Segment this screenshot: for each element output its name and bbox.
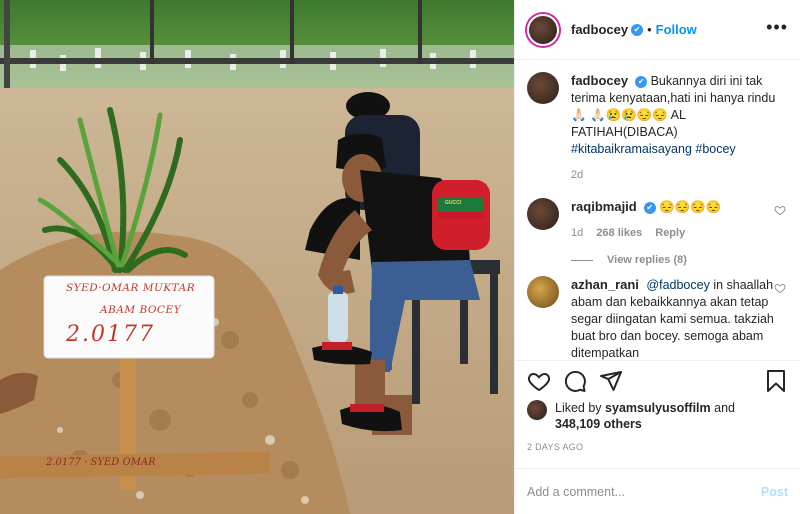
post-photo[interactable]: SYED·OMAR MUKTAR ABAM BOCEY 2.0177 2.017… — [0, 0, 514, 514]
comment-likes[interactable]: 268 likes — [596, 227, 642, 239]
comment-verified-icon: ✔ — [643, 202, 656, 214]
grave-sign-line-2: ABAM BOCEY — [100, 304, 182, 316]
comment-mention[interactable]: @fadbocey — [646, 278, 709, 292]
caption-username[interactable]: fadbocey — [571, 73, 628, 88]
separator-dot: • — [647, 22, 652, 37]
instagram-post: SYED·OMAR MUKTAR ABAM BOCEY 2.0177 2.017… — [0, 0, 800, 514]
comment-body: azhan_rani @fadbocey in shaallah abam da… — [571, 276, 777, 360]
caption-verified-icon: ✔ — [635, 76, 648, 88]
author-avatar[interactable] — [527, 13, 559, 46]
likes-prefix: Liked by — [555, 401, 602, 415]
post-header: fadbocey ✔ • Follow ••• — [515, 0, 800, 60]
more-options-icon[interactable]: ••• — [766, 18, 788, 38]
caption: fadbocey ✔ Bukannya diri ini tak terima k… — [527, 72, 788, 184]
caption-hashtags[interactable]: #kitabaikramaisayang #bocey — [571, 142, 736, 156]
comment-like-heart-icon[interactable] — [774, 282, 786, 294]
comment-text: 😔😔😔😔 — [659, 200, 722, 214]
comments-list[interactable]: fadbocey ✔ Bukannya diri ini tak terima k… — [515, 60, 800, 360]
comment-icon[interactable] — [563, 369, 587, 393]
likes-conj: and — [714, 401, 735, 415]
grave-sign-line-1: SYED·OMAR MUKTAR — [66, 282, 196, 294]
comment-like-heart-icon[interactable] — [774, 204, 786, 216]
caption-avatar[interactable] — [527, 72, 559, 104]
action-bar — [515, 360, 800, 400]
share-icon[interactable] — [599, 369, 623, 393]
comment-item: azhan_rani @fadbocey in shaallah abam da… — [527, 276, 788, 360]
liker-username[interactable]: syamsulyusoffilm — [605, 401, 711, 415]
comment-username[interactable]: azhan_rani — [571, 277, 639, 292]
likes-summary: Liked by syamsulyusoffilm and 348,109 ot… — [515, 400, 800, 442]
bookmark-icon[interactable] — [764, 369, 788, 393]
grave-sign-line-3: 2.0177 — [66, 322, 155, 347]
view-replies[interactable]: View replies (8) — [571, 254, 788, 266]
caption-time[interactable]: 2d — [571, 169, 583, 181]
view-replies-label[interactable]: View replies (8) — [607, 254, 687, 266]
post-comment-button[interactable]: Post — [761, 485, 788, 499]
comment-time[interactable]: 1d — [571, 227, 583, 239]
reply-button[interactable]: Reply — [655, 227, 685, 239]
view-replies-line — [571, 259, 593, 261]
comment-body: raqibmajid ✔ 😔😔😔😔 1d 268 likes Reply — [571, 198, 777, 242]
caption-body: fadbocey ✔ Bukannya diri ini tak terima k… — [571, 72, 777, 184]
bag-label: GUCCI — [445, 200, 462, 206]
heart-icon[interactable] — [527, 369, 551, 393]
add-comment-bar: Post — [515, 468, 800, 514]
comment-username[interactable]: raqibmajid — [571, 199, 637, 214]
comment-item: raqibmajid ✔ 😔😔😔😔 1d 268 likes Reply — [527, 198, 788, 242]
follow-button[interactable]: Follow — [656, 22, 697, 37]
comment-meta: 1d 268 likes Reply — [571, 225, 777, 242]
comment-avatar[interactable] — [527, 198, 559, 230]
post-date[interactable]: 2 DAYS AGO — [515, 442, 800, 468]
add-comment-input[interactable] — [527, 484, 761, 499]
plank-text: 2.0177 · SYED OMAR — [46, 457, 156, 468]
verified-badge-icon: ✔ — [631, 23, 644, 36]
liker-avatar[interactable] — [527, 400, 547, 420]
author-username[interactable]: fadbocey — [571, 22, 628, 37]
likes-count[interactable]: 348,109 others — [555, 417, 642, 431]
photo-scene — [0, 0, 514, 514]
comment-avatar[interactable] — [527, 276, 559, 308]
post-side-panel: fadbocey ✔ • Follow ••• fadbocey ✔ Bukann… — [514, 0, 800, 514]
likes-text: Liked by syamsulyusoffilm and 348,109 ot… — [555, 400, 735, 432]
caption-meta: 2d — [571, 167, 777, 184]
